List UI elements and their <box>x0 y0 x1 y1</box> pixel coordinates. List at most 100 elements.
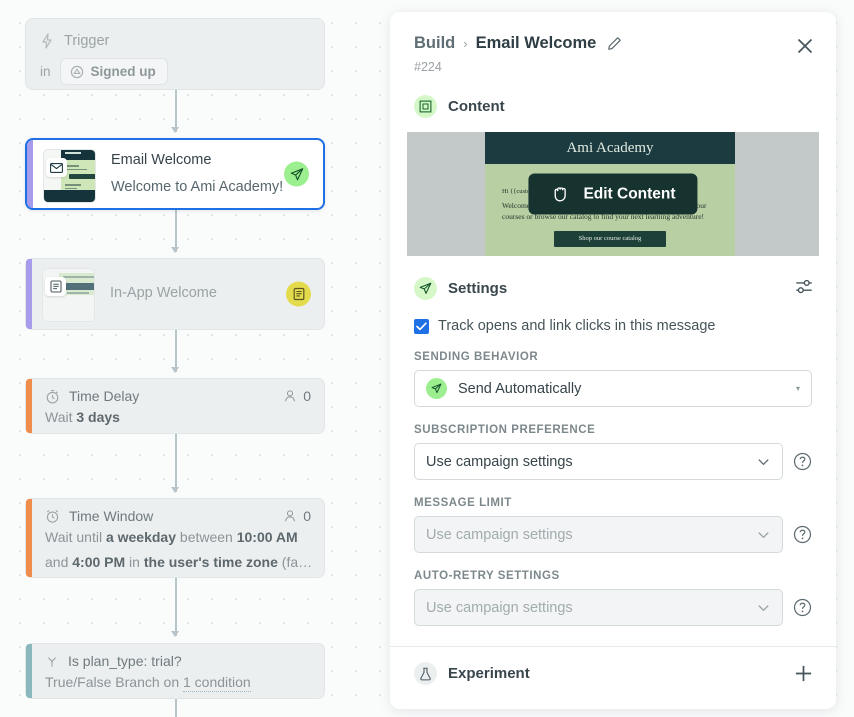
branch-condition-link[interactable]: 1 condition <box>183 674 251 692</box>
node-detail-panel: Build › Email Welcome #224 Content Ami A <box>390 12 836 709</box>
window-timezone: the user's time zone <box>143 553 278 570</box>
flow-node-in-app-welcome[interactable]: In-App Welcome <box>25 258 325 330</box>
track-opens-label: Track opens and link clicks in this mess… <box>438 318 716 334</box>
subscription-preference-label: SUBSCRIPTION PREFERENCE <box>414 424 596 436</box>
settings-options-button[interactable] <box>794 277 814 302</box>
message-limit-label: MESSAGE LIMIT <box>414 497 512 509</box>
node-description: True/False Branch on 1 condition <box>45 672 311 694</box>
preview-brand: Ami Academy <box>566 139 654 156</box>
node-description: Wait 3 days <box>45 407 311 429</box>
auto-retry-select: Use campaign settings <box>414 589 783 626</box>
trigger-in-label: in <box>40 64 51 79</box>
content-section-title: Content <box>448 98 505 115</box>
in-app-message-icon <box>45 277 66 296</box>
caret-down-icon: ▾ <box>795 384 800 393</box>
connector-delay-window <box>175 434 177 492</box>
flow-node-time-delay[interactable]: Time Delay 0 Wait 3 days <box>25 378 325 434</box>
email-thumbnail <box>33 140 96 208</box>
trigger-event-pill[interactable]: Signed up <box>59 58 168 85</box>
paper-plane-icon <box>290 167 303 180</box>
close-icon <box>797 38 813 54</box>
hexagon-icon <box>70 65 83 78</box>
message-limit-select: Use campaign settings <box>414 516 783 553</box>
breadcrumb: Build › Email Welcome <box>414 34 812 53</box>
connector-email-inapp <box>175 210 177 252</box>
auto-retry-placeholder: Use campaign settings <box>426 599 573 616</box>
subscription-preference-value: Use campaign settings <box>426 453 573 470</box>
sending-behavior-value: Send Automatically <box>458 380 582 397</box>
window-weekday: a weekday <box>105 529 177 545</box>
flow-node-trigger[interactable]: Trigger in Signed up <box>25 18 325 90</box>
person-icon <box>285 390 296 402</box>
branch-prefix: True/False Branch on <box>45 674 183 690</box>
connector-arrow <box>171 247 179 253</box>
window-l1c: between <box>176 529 237 545</box>
add-experiment-button[interactable] <box>793 663 814 689</box>
close-panel-button[interactable] <box>794 35 816 57</box>
document-icon <box>293 287 304 301</box>
branch-icon <box>48 656 56 667</box>
breadcrumb-root[interactable]: Build <box>414 34 455 53</box>
sending-behavior-label: SENDING BEHAVIOR <box>414 351 539 363</box>
window-l2e: (fa… <box>277 553 313 570</box>
breadcrumb-current: Email Welcome <box>475 34 597 52</box>
lightning-icon <box>42 33 52 49</box>
person-icon <box>285 510 296 522</box>
checkmark-icon <box>416 321 427 330</box>
trigger-title: Trigger <box>64 33 110 49</box>
flow-node-email-welcome[interactable]: Email Welcome Welcome to Ami Academy! <box>25 138 325 210</box>
window-start-time: 10:00 AM <box>236 529 298 545</box>
entry-count-value: 0 <box>303 508 311 524</box>
stopwatch-icon <box>46 389 59 403</box>
node-entry-count: 0 <box>283 508 311 524</box>
experiment-section-header[interactable]: Experiment <box>390 647 836 700</box>
envelope-icon <box>46 158 67 177</box>
flow-canvas[interactable]: Trigger in Signed up Email Welcome Welco… <box>0 0 390 717</box>
preview-cta-button: Shop our course catalog <box>554 230 666 247</box>
track-opens-checkbox-row[interactable]: Track opens and link clicks in this mess… <box>414 318 812 334</box>
connector-arrow <box>171 367 179 373</box>
auto-retry-help-icon[interactable] <box>793 598 812 617</box>
chevron-down-icon <box>758 459 769 466</box>
node-entry-count: 0 <box>283 388 311 404</box>
pencil-icon[interactable] <box>607 36 622 51</box>
connector-arrow <box>171 487 179 493</box>
subscription-preference-select[interactable]: Use campaign settings <box>414 443 783 480</box>
chevron-down-icon <box>758 532 769 539</box>
chevron-down-icon <box>758 605 769 612</box>
breadcrumb-separator: › <box>463 36 468 51</box>
edit-content-button[interactable]: Edit Content <box>528 173 698 215</box>
connector-arrow <box>171 127 179 133</box>
settings-section-title: Settings <box>448 280 508 297</box>
connector-arrow <box>171 631 179 637</box>
panel-header: Build › Email Welcome #224 <box>390 12 836 74</box>
settings-body: Track opens and link clicks in this mess… <box>390 318 836 626</box>
flask-icon <box>414 662 437 685</box>
connector-inapp-delay <box>175 330 177 372</box>
message-limit-help-icon[interactable] <box>793 525 812 544</box>
node-description-line1: Wait until a weekday between 10:00 AM <box>45 527 311 549</box>
hand-grab-icon <box>554 187 566 202</box>
track-opens-checkbox[interactable] <box>414 318 429 334</box>
panel-node-id: #224 <box>414 60 442 74</box>
sending-behavior-select[interactable]: Send Automatically ▾ <box>414 370 812 407</box>
window-l1a: Wait until <box>45 529 106 545</box>
flow-node-branch[interactable]: Is plan_type: trial? True/False Branch o… <box>25 643 325 699</box>
trigger-event-label: Signed up <box>90 64 156 79</box>
email-preview[interactable]: Ami Academy Hi {{customer.first_name}}, … <box>407 132 819 256</box>
window-l2a: and <box>45 553 73 570</box>
entry-count-value: 0 <box>303 388 311 404</box>
subscription-preference-help-icon[interactable] <box>793 452 812 471</box>
connector-trigger-email <box>175 90 177 132</box>
settings-section-header: Settings <box>390 277 836 300</box>
flow-node-time-window[interactable]: Time Window 0 Wait until a weekday betwe… <box>25 498 325 578</box>
window-l2c: in <box>125 553 144 570</box>
node-badge-send <box>284 161 309 187</box>
node-title: Time Window <box>69 508 154 524</box>
node-title: Time Delay <box>69 388 140 404</box>
edit-content-label: Edit Content <box>583 185 676 202</box>
plus-icon <box>795 665 812 682</box>
paper-plane-icon <box>414 277 437 300</box>
node-title: Is plan_type: trial? <box>68 653 182 669</box>
window-end-time: 4:00 PM <box>72 553 126 570</box>
